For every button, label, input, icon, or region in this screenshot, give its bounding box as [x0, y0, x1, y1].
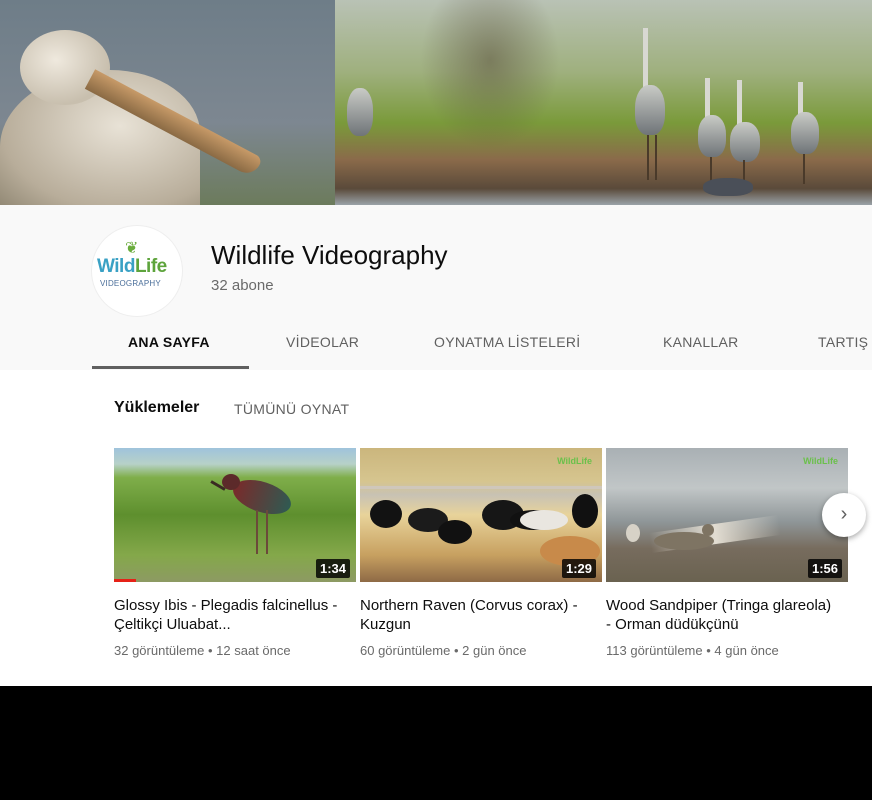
channel-avatar[interactable]: ❦ WildLife VIDEOGRAPHY — [92, 226, 182, 316]
active-tab-indicator — [92, 366, 249, 369]
upload-age: 2 gün önce — [462, 643, 527, 658]
channel-tabs: ANA SAYFA VİDEOLAR OYNATMA LİSTELERİ KAN… — [0, 322, 872, 370]
video-title[interactable]: Wood Sandpiper (Tringa glareola) - Orman… — [606, 596, 838, 634]
video-duration: 1:34 — [315, 559, 350, 578]
video-title[interactable]: Northern Raven (Corvus corax) - Kuzgun — [360, 596, 592, 634]
video-thumbnail[interactable]: WildLife 1:56 — [606, 448, 848, 582]
tab-home[interactable]: ANA SAYFA — [128, 334, 210, 350]
video-title[interactable]: Glossy Ibis - Plegadis falcinellus - Çel… — [114, 596, 346, 634]
video-meta: 113 görüntüleme • 4 gün önce — [606, 643, 779, 658]
video-thumbnail[interactable]: WildLife 1:29 — [360, 448, 602, 582]
channel-banner — [0, 0, 872, 205]
tab-videos[interactable]: VİDEOLAR — [286, 334, 359, 350]
uploads-heading[interactable]: Yüklemeler — [114, 399, 199, 417]
play-all-button[interactable]: TÜMÜNÜ OYNAT — [234, 401, 349, 417]
video-duration: 1:56 — [807, 559, 842, 578]
video-thumbnail[interactable]: 1:34 — [114, 448, 356, 582]
view-count: 113 görüntüleme — [606, 643, 703, 658]
upload-age: 4 gün önce — [714, 643, 779, 658]
watermark-logo: WildLife — [803, 456, 838, 466]
chevron-right-icon: › — [840, 503, 848, 525]
watch-progress-bar — [114, 579, 136, 582]
banner-herons-image — [335, 0, 872, 205]
leaf-icon: ❦ — [125, 240, 139, 257]
video-card[interactable]: 1:34 Glossy Ibis - Plegadis falcinellus … — [114, 448, 356, 658]
tab-discussion[interactable]: TARTIŞ — [818, 334, 868, 350]
video-card[interactable]: WildLife 1:56 Wood Sandpiper (Tringa gla… — [606, 448, 848, 658]
subscriber-count: 32 abone — [211, 277, 274, 294]
logo-subtitle: VIDEOGRAPHY — [100, 279, 161, 288]
next-button[interactable]: › — [822, 493, 866, 537]
video-meta: 32 görüntüleme • 12 saat önce — [114, 643, 291, 658]
video-meta: 60 görüntüleme • 2 gün önce — [360, 643, 527, 658]
watermark-logo: WildLife — [557, 456, 592, 466]
tab-channels[interactable]: KANALLAR — [663, 334, 739, 350]
video-card[interactable]: WildLife 1:29 Northern Raven (Corvus cor… — [360, 448, 602, 658]
channel-page: ❦ WildLife VIDEOGRAPHY Wildlife Videogra… — [0, 0, 872, 686]
tab-playlists[interactable]: OYNATMA LİSTELERİ — [434, 334, 580, 350]
view-count: 60 görüntüleme — [360, 643, 451, 658]
video-duration: 1:29 — [561, 559, 596, 578]
banner-pelican-image — [0, 0, 335, 205]
upload-age: 12 saat önce — [216, 643, 291, 658]
view-count: 32 görüntüleme — [114, 643, 205, 658]
channel-name: Wildlife Videography — [211, 240, 448, 270]
